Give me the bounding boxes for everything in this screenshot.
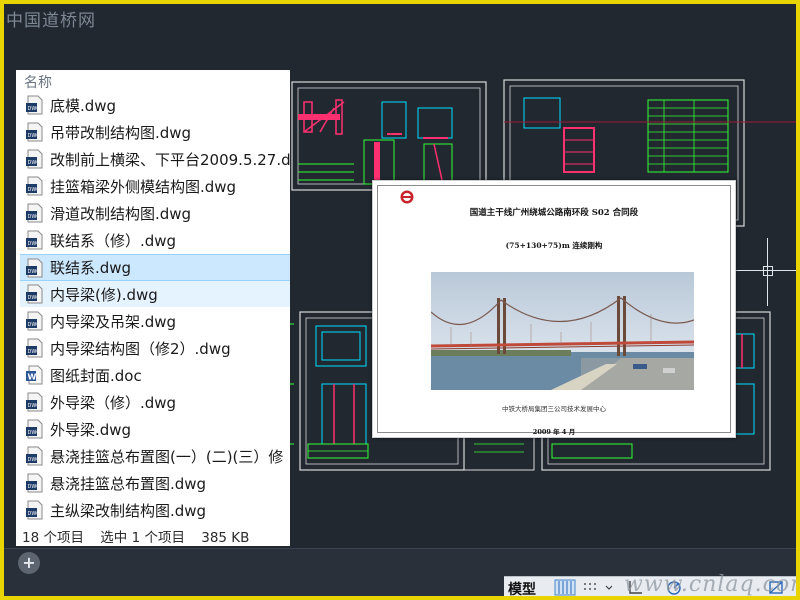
file-name: 图纸封面.doc [50,366,142,385]
file-name: 内导梁结构图（修2）.dwg [50,339,231,358]
svg-text:DWG: DWG [28,484,41,490]
snap-mode-icon[interactable] [580,579,602,596]
company-logo-icon [400,190,414,204]
file-name: 改制前上横梁、下平台2009.5.27.dwg [50,150,290,169]
drawing-sheet-5 [463,435,535,471]
file-row[interactable]: DWG 挂篮箱梁外侧模结构图.dwg [20,173,290,199]
file-name: 联结系（修）.dwg [50,231,177,250]
dwg-file-icon: DWG [26,311,44,331]
site-watermark: 中国道桥网 [6,11,96,31]
file-row[interactable]: DWG 悬浇挂篮总布置图(一）(二)(三）修 [20,443,290,469]
crosshair-pickbox [763,266,773,276]
svg-text:W: W [28,373,37,382]
dwg-file-icon: DWG [26,258,44,278]
file-name: 底模.dwg [50,96,117,115]
file-name: 外导梁.dwg [50,420,132,439]
selected-count: 选中 1 个项目 [100,530,185,546]
file-row[interactable]: DWG 底模.dwg [20,92,290,118]
file-name: 悬浇挂篮总布置图.dwg [50,474,207,493]
document-title: 国道主干线广州绕城公路南环段 S02 合同段 [469,208,639,218]
file-row[interactable]: DWG 内导梁及吊架.dwg [20,308,290,334]
dwg-file-icon: DWG [26,122,44,142]
grid-display-icon[interactable] [554,579,576,596]
tab-bar-divider [4,548,796,549]
file-name: 内导梁(修).dwg [50,285,158,304]
file-row-hover[interactable]: DWG 内导梁(修).dwg [20,281,290,307]
dwg-file-icon: DWG [26,95,44,115]
dwg-file-icon: DWG [26,203,44,223]
document-preview: 国道主干线广州绕城公路南环段 S02 合同段 (75+130+75)m 连续刚构 [372,180,736,438]
svg-text:DWG: DWG [28,106,41,112]
dwg-file-icon: DWG [26,473,44,493]
file-list-panel: 名称 DWG 底模.dwg DWG 吊带改制结构图.dwg DWG 改制前上横梁… [16,70,290,546]
file-name: 联结系.dwg [50,259,132,277]
file-status-bar: 18 个项目 选中 1 个项目 385 KB [22,526,261,546]
chevron-down-icon[interactable] [604,579,614,596]
file-row[interactable]: DWG 联结系（修）.dwg [20,227,290,253]
svg-text:DWG: DWG [28,349,41,355]
file-name: 吊带改制结构图.dwg [50,123,192,142]
selected-size: 385 KB [201,530,250,546]
preview-page: 国道主干线广州绕城公路南环段 S02 合同段 (75+130+75)m 连续刚构 [377,185,731,436]
dwg-file-icon: DWG [26,230,44,250]
svg-text:DWG: DWG [28,214,41,220]
svg-text:DWG: DWG [28,269,41,275]
file-name: 悬浇挂篮总布置图(一）(二)(三）修 [50,447,284,466]
file-name: 外导梁（修）.dwg [50,393,177,412]
svg-text:DWG: DWG [28,160,41,166]
file-row[interactable]: DWG 悬浇挂篮总布置图.dwg [20,470,290,496]
file-row[interactable]: DWG 改制前上横梁、下平台2009.5.27.dwg [20,146,290,172]
dwg-file-icon: DWG [26,284,44,304]
item-count: 18 个项目 [22,530,84,546]
svg-text:DWG: DWG [28,430,41,436]
dwg-file-icon: DWG [26,392,44,412]
svg-text:DWG: DWG [28,403,41,409]
file-name: 主纵梁改制结构图.dwg [50,501,207,520]
column-header-name[interactable]: 名称 [24,72,52,92]
dwg-file-icon: DWG [26,446,44,466]
svg-text:DWG: DWG [28,133,41,139]
dwg-file-icon: DWG [26,419,44,439]
dwg-file-icon: DWG [26,338,44,358]
model-space-button[interactable]: 模型 [508,579,536,596]
file-row[interactable]: DWG 吊带改制结构图.dwg [20,119,290,145]
svg-text:DWG: DWG [28,187,41,193]
svg-text:DWG: DWG [28,295,41,301]
file-row[interactable]: DWG 外导梁（修）.dwg [20,389,290,415]
dwg-file-icon: DWG [26,500,44,520]
site-url-watermark: www.cnlaq.com [624,572,796,596]
document-span-label: (75+130+75)m 连续刚构 [505,241,603,250]
svg-text:DWG: DWG [28,241,41,247]
document-date: 2009 年 4 月 [532,428,576,436]
file-name: 挂篮箱梁外侧模结构图.dwg [50,177,237,196]
file-row[interactable]: DWG 滑道改制结构图.dwg [20,200,290,226]
file-row[interactable]: W 图纸封面.doc [20,362,290,388]
dwg-file-icon: DWG [26,176,44,196]
drawing-sheet-1 [291,81,487,191]
file-row[interactable]: DWG 外导梁.dwg [20,416,290,442]
svg-text:DWG: DWG [28,322,41,328]
file-name: 滑道改制结构图.dwg [50,204,192,223]
add-layout-button[interactable]: + [18,552,40,574]
document-organization: 中铁大桥局集团三公司技术发展中心 [502,405,606,413]
file-row[interactable]: DWG 主纵梁改制结构图.dwg [20,497,290,523]
file-row-selected[interactable]: DWG 联结系.dwg [20,254,290,281]
bridge-photo [431,272,694,390]
svg-text:DWG: DWG [28,457,41,463]
cad-window: 中国道桥网 名称 DWG 底模.dwg DWG 吊带改制结构图.dwg DWG … [4,4,796,596]
file-row[interactable]: DWG 内导梁结构图（修2）.dwg [20,335,290,361]
word-file-icon: W [26,365,44,385]
svg-text:DWG: DWG [28,511,41,517]
dwg-file-icon: DWG [26,149,44,169]
file-name: 内导梁及吊架.dwg [50,312,177,331]
